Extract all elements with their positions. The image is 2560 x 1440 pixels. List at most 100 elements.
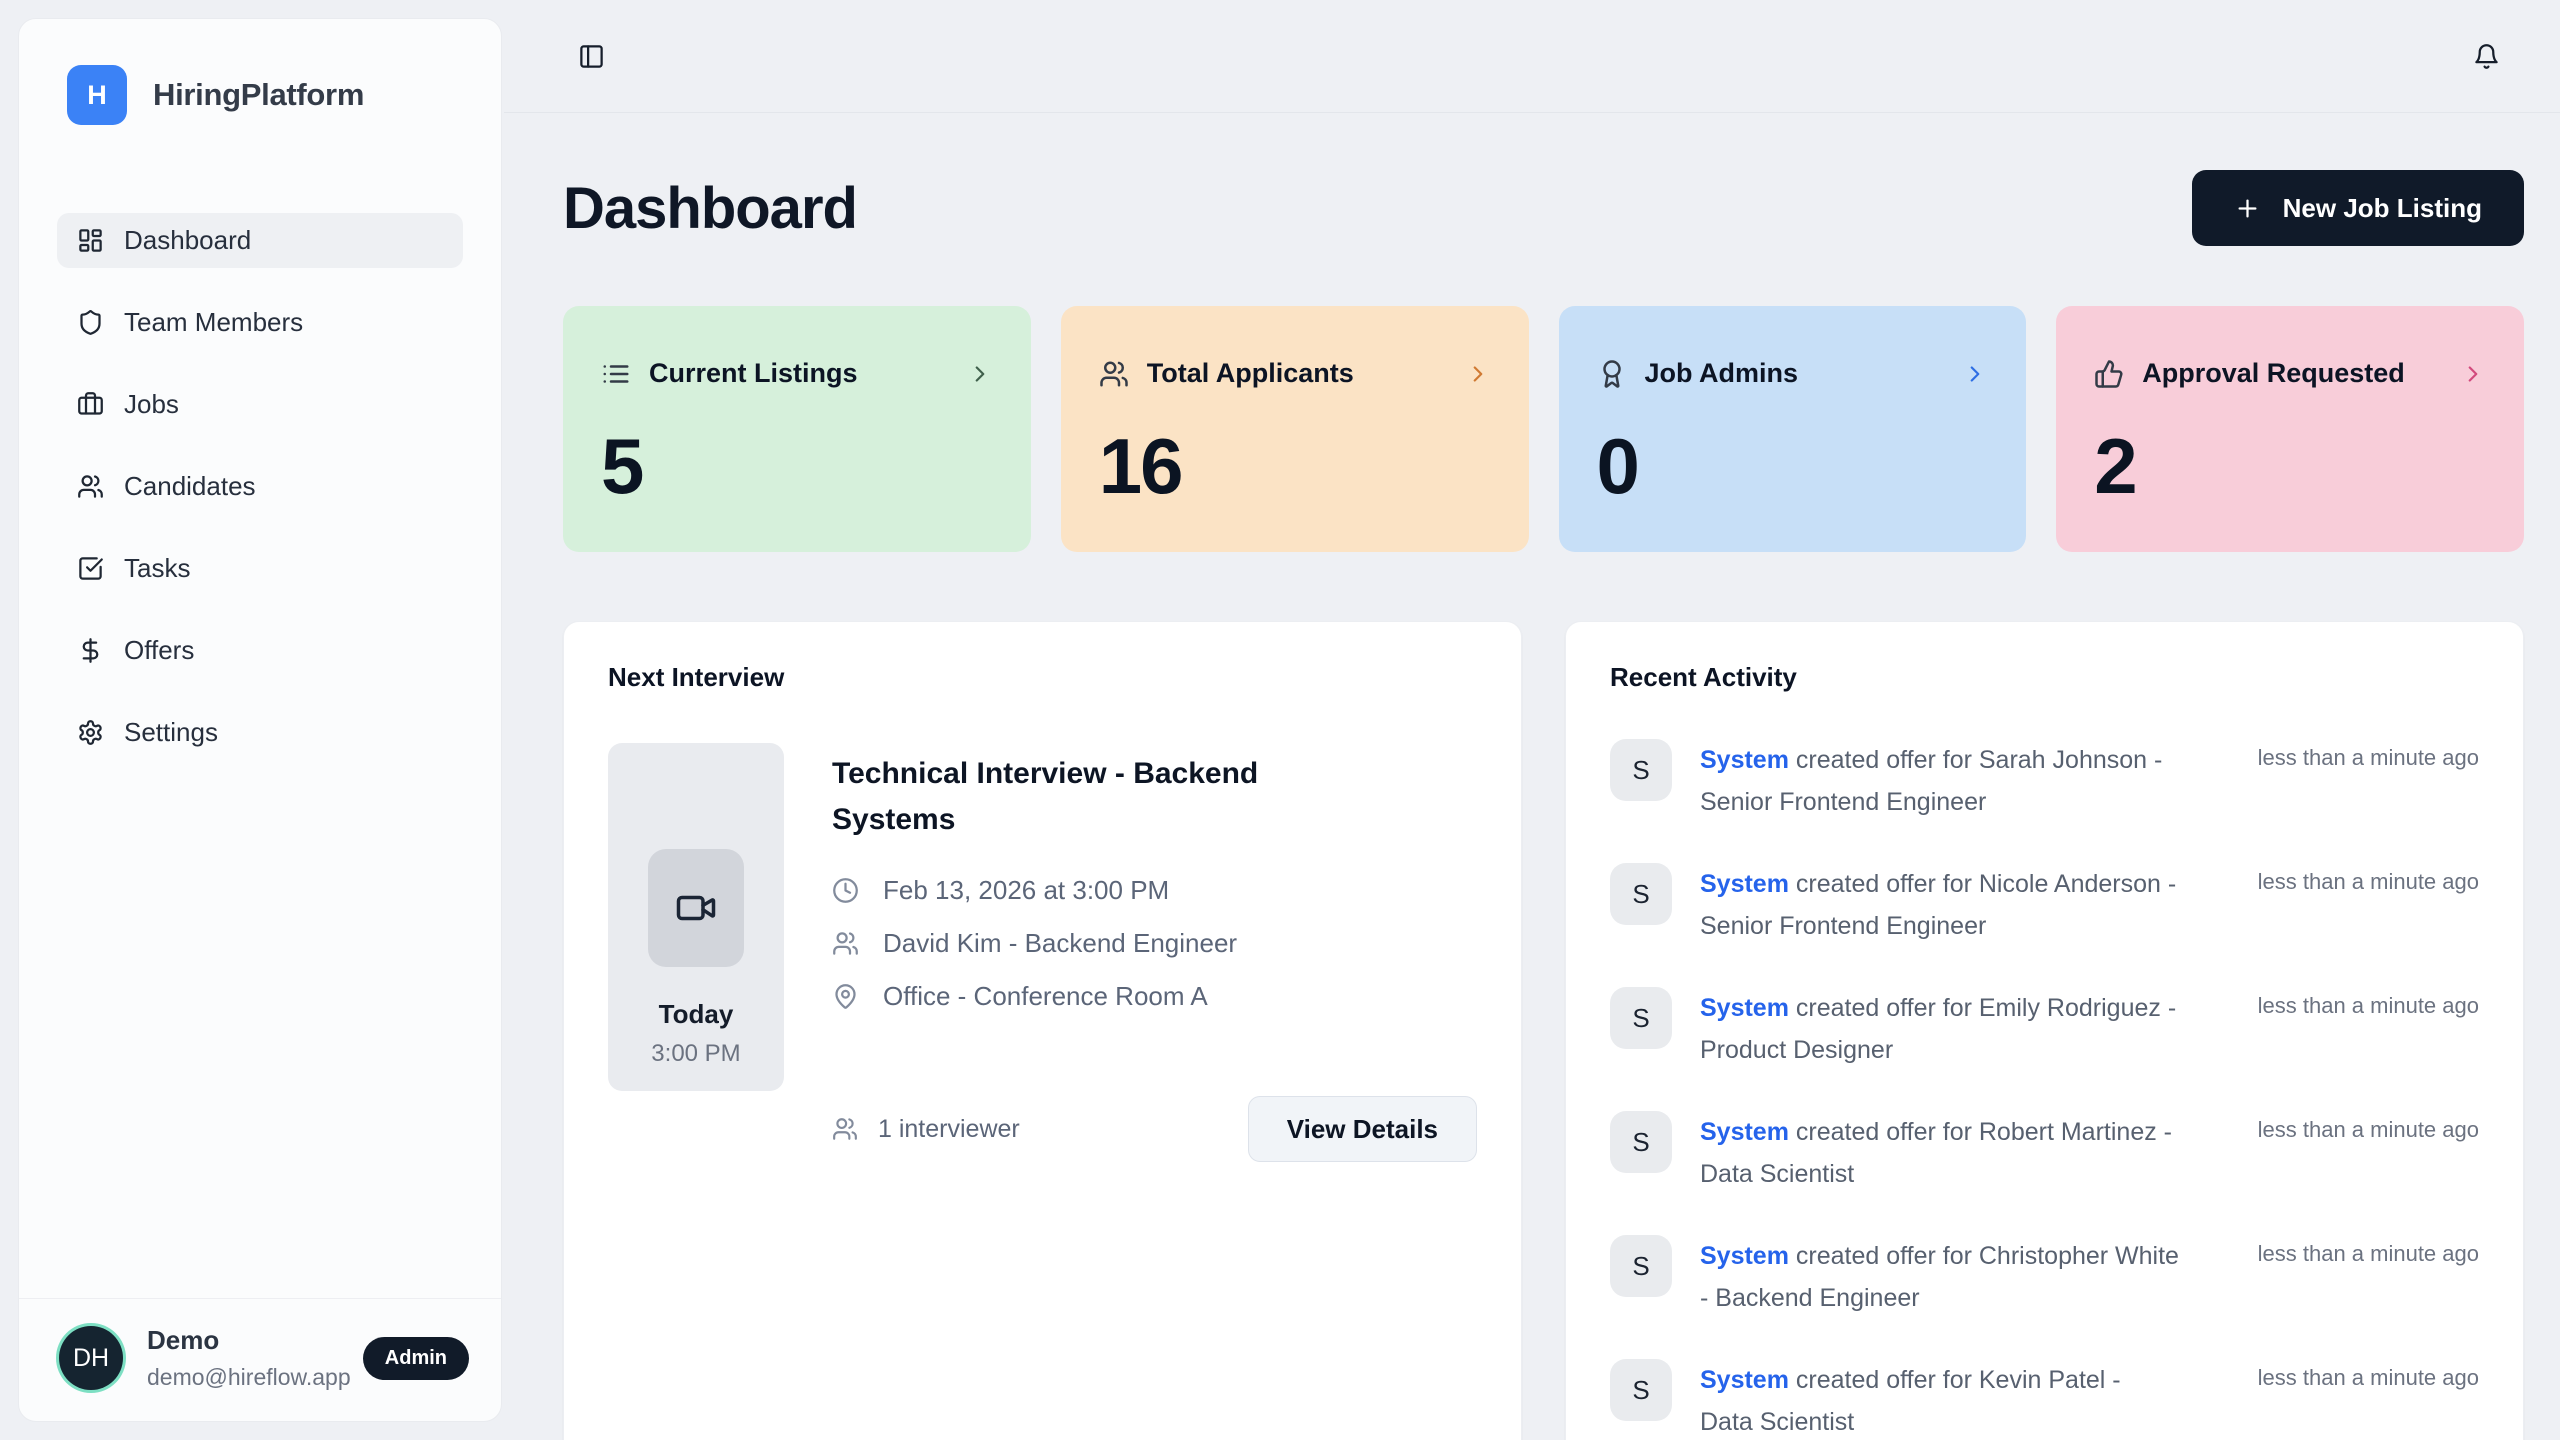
activity-avatar: S: [1610, 863, 1672, 925]
app-name: HiringPlatform: [153, 77, 364, 113]
stat-cards: Current Listings 5 Total Applicants 16 J…: [563, 306, 2524, 552]
activity-actor: System: [1700, 1118, 1789, 1146]
app-logo: H HiringPlatform: [67, 65, 463, 125]
activity-row: S System created offer for Christopher W…: [1610, 1235, 2479, 1319]
sidebar-item-tasks[interactable]: Tasks: [57, 541, 463, 596]
sidebar-item-label: Candidates: [124, 471, 256, 502]
sidebar-item-team-members[interactable]: Team Members: [57, 295, 463, 350]
interview-datetime-row: Feb 13, 2026 at 3:00 PM: [832, 875, 1477, 906]
interviewer-count: 1 interviewer: [832, 1115, 1020, 1144]
activity-timestamp: less than a minute ago: [2258, 987, 2479, 1019]
chevron-right-icon: [1465, 361, 1491, 387]
activity-actor: System: [1700, 746, 1789, 774]
interview-date-tile: Today 3:00 PM: [608, 743, 784, 1091]
activity-avatar: S: [1610, 1235, 1672, 1297]
interview-datetime: Feb 13, 2026 at 3:00 PM: [883, 875, 1169, 906]
thumbs-up-icon: [2094, 359, 2124, 389]
main-content: Dashboard New Job Listing Current Listin…: [504, 114, 2560, 1440]
gear-icon: [77, 719, 104, 746]
activity-row: S System created offer for Sarah Johnson…: [1610, 739, 2479, 823]
sidebar-item-jobs[interactable]: Jobs: [57, 377, 463, 432]
view-details-button[interactable]: View Details: [1248, 1096, 1477, 1162]
stat-label: Approval Requested: [2142, 358, 2405, 389]
sidebar-item-label: Dashboard: [124, 225, 251, 256]
user-email: demo@hireflow.app: [147, 1364, 351, 1391]
sidebar-item-offers[interactable]: Offers: [57, 623, 463, 678]
stat-value: 0: [1597, 421, 1989, 512]
role-badge: Admin: [363, 1337, 469, 1380]
recent-activity-panel: Recent Activity S System created offer f…: [1565, 621, 2524, 1440]
activity-actor: System: [1700, 870, 1789, 898]
new-job-listing-button[interactable]: New Job Listing: [2192, 170, 2524, 246]
activity-message: System created offer for Sarah Johnson -…: [1700, 739, 2180, 823]
interview-location-row: Office - Conference Room A: [832, 981, 1477, 1012]
sidebar-item-label: Tasks: [124, 553, 190, 584]
next-interview-title: Next Interview: [608, 662, 1477, 693]
activity-avatar: S: [1610, 1111, 1672, 1173]
stat-card-job-admins[interactable]: Job Admins 0: [1559, 306, 2027, 552]
chevron-right-icon: [2460, 361, 2486, 387]
sidebar: H HiringPlatform Dashboard Team Members …: [18, 18, 502, 1422]
stat-value: 2: [2094, 421, 2486, 512]
app-logo-icon: H: [67, 65, 127, 125]
sidebar-item-dashboard[interactable]: Dashboard: [57, 213, 463, 268]
interview-time-label: 3:00 PM: [651, 1040, 740, 1068]
activity-row: S System created offer for Robert Martin…: [1610, 1111, 2479, 1195]
top-bar: [504, 0, 2560, 113]
stat-card-total-applicants[interactable]: Total Applicants 16: [1061, 306, 1529, 552]
dashboard-icon: [77, 227, 104, 254]
activity-timestamp: less than a minute ago: [2258, 1111, 2479, 1143]
activity-timestamp: less than a minute ago: [2258, 739, 2479, 771]
award-icon: [1597, 359, 1627, 389]
users-icon: [832, 930, 859, 957]
map-pin-icon: [832, 983, 859, 1010]
briefcase-icon: [77, 391, 104, 418]
new-job-listing-label: New Job Listing: [2283, 193, 2482, 224]
stat-label: Current Listings: [649, 358, 858, 389]
sidebar-nav: Dashboard Team Members Jobs Candidates T…: [57, 213, 463, 760]
user-name: Demo: [147, 1325, 351, 1356]
users-icon: [832, 1116, 858, 1142]
interview-candidate: David Kim - Backend Engineer: [883, 928, 1237, 959]
interview-candidate-row: David Kim - Backend Engineer: [832, 928, 1477, 959]
interviewer-count-label: 1 interviewer: [878, 1115, 1020, 1144]
activity-timestamp: less than a minute ago: [2258, 1359, 2479, 1391]
activity-message: System created offer for Kevin Patel - D…: [1700, 1359, 2180, 1440]
activity-row: S System created offer for Kevin Patel -…: [1610, 1359, 2479, 1440]
user-avatar: DH: [59, 1326, 123, 1390]
plus-icon: [2234, 195, 2261, 222]
activity-message: System created offer for Emily Rodriguez…: [1700, 987, 2180, 1071]
next-interview-panel: Next Interview Today 3:00 PM Technical I…: [563, 621, 1522, 1440]
sidebar-item-label: Offers: [124, 635, 194, 666]
sidebar-item-label: Team Members: [124, 307, 303, 338]
sidebar-item-settings[interactable]: Settings: [57, 705, 463, 760]
activity-actor: System: [1700, 994, 1789, 1022]
sidebar-toggle-icon[interactable]: [578, 43, 605, 70]
users-icon: [1099, 359, 1129, 389]
activity-row: S System created offer for Emily Rodrigu…: [1610, 987, 2479, 1071]
sidebar-item-candidates[interactable]: Candidates: [57, 459, 463, 514]
interview-day-label: Today: [659, 999, 734, 1030]
interview-title: Technical Interview - Backend Systems: [832, 751, 1312, 843]
task-check-icon: [77, 555, 104, 582]
chevron-right-icon: [1962, 361, 1988, 387]
activity-timestamp: less than a minute ago: [2258, 1235, 2479, 1267]
sidebar-item-label: Settings: [124, 717, 218, 748]
sidebar-user-section[interactable]: DH Demo demo@hireflow.app Admin: [19, 1298, 501, 1421]
video-icon-box: [648, 849, 744, 967]
activity-avatar: S: [1610, 987, 1672, 1049]
page-title: Dashboard: [563, 175, 857, 242]
interview-location: Office - Conference Room A: [883, 981, 1208, 1012]
stat-card-current-listings[interactable]: Current Listings 5: [563, 306, 1031, 552]
list-icon: [601, 359, 631, 389]
stat-value: 16: [1099, 421, 1491, 512]
video-icon: [675, 887, 717, 929]
sidebar-item-label: Jobs: [124, 389, 179, 420]
bell-icon[interactable]: [2473, 43, 2500, 70]
stat-card-approval-requested[interactable]: Approval Requested 2: [2056, 306, 2524, 552]
activity-message: System created offer for Robert Martinez…: [1700, 1111, 2180, 1195]
activity-message: System created offer for Christopher Whi…: [1700, 1235, 2180, 1319]
stat-value: 5: [601, 421, 993, 512]
activity-message: System created offer for Nicole Anderson…: [1700, 863, 2180, 947]
stat-label: Job Admins: [1645, 358, 1799, 389]
